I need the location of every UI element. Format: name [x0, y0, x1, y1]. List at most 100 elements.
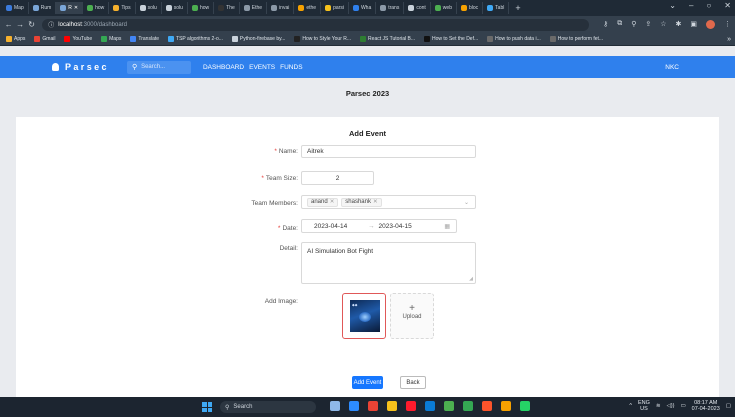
bookmark-item[interactable]: TSP algorithms 2-o...: [168, 36, 223, 42]
star-icon[interactable]: ☆: [660, 20, 666, 29]
brand[interactable]: Parsec: [52, 62, 109, 72]
url-input[interactable]: ⓘ localhost:3000/dashboard: [42, 18, 590, 31]
nav-link-events[interactable]: EVENTS: [249, 64, 275, 71]
browser-tab[interactable]: Wha: [349, 2, 377, 14]
remove-tag-icon[interactable]: ✕: [330, 199, 335, 205]
volume-icon[interactable]: ◁)): [667, 403, 675, 409]
bookmark-item[interactable]: How to Style Your R...: [294, 36, 351, 42]
forward-arrow-icon[interactable]: →: [15, 20, 24, 29]
team-members-select[interactable]: anand ✕ shashank ✕ ⌄: [301, 195, 476, 209]
browser-tab[interactable]: Ethe: [240, 2, 268, 14]
upload-button[interactable]: + Upload: [390, 293, 434, 339]
chevron-up-icon[interactable]: ^: [629, 403, 632, 409]
browser-tab[interactable]: how: [83, 2, 110, 14]
zoom-icon[interactable]: ⚲: [631, 20, 636, 29]
nav-link-funds[interactable]: FUNDS: [280, 64, 302, 71]
whatsapp-icon[interactable]: [520, 401, 530, 411]
zoom-icon[interactable]: [349, 401, 359, 411]
member-tag: shashank ✕: [341, 197, 382, 207]
nav-link-dashboard[interactable]: DASHBOARD: [203, 64, 244, 71]
bookmark-item[interactable]: How to Set the Def...: [424, 36, 478, 42]
browser-tab[interactable]: bloc: [457, 2, 484, 14]
vscode-icon[interactable]: [425, 401, 435, 411]
browser-tab[interactable]: cont: [404, 2, 431, 14]
tab-label: Wha: [360, 5, 372, 11]
bookmark-item[interactable]: YouTube: [64, 36, 92, 42]
nav-search-input[interactable]: ⚲ Search...: [126, 60, 191, 74]
date-end[interactable]: 2023-04-15: [379, 223, 412, 230]
sidepanel-icon[interactable]: ▣: [690, 20, 697, 29]
bookmark-item[interactable]: Apps: [6, 36, 25, 42]
new-tab-button[interactable]: +: [515, 3, 520, 13]
browser-tab[interactable]: The: [214, 2, 240, 14]
browser-tab[interactable]: invai: [267, 2, 295, 14]
tab-label: R: [68, 5, 72, 11]
bookmark-item[interactable]: Gmail: [34, 36, 55, 42]
bookmark-item[interactable]: Maps: [101, 36, 121, 42]
browser-tab[interactable]: solu: [136, 2, 162, 14]
browser-tab[interactable]: solu: [162, 2, 188, 14]
gmail-icon[interactable]: [368, 401, 378, 411]
browser-tab[interactable]: R ✕: [56, 2, 84, 14]
game-icon[interactable]: [501, 401, 511, 411]
toolbar-icons: ⚷ ⧉ ⚲ ⇪ ☆ ✱ ▣ ⋮: [603, 20, 731, 29]
extensions-icon[interactable]: ✱: [676, 20, 682, 29]
date-range-picker[interactable]: 2023-04-14 → 2023-04-15 ▦: [301, 219, 457, 233]
bookmarks-more-icon[interactable]: »: [727, 36, 731, 43]
windows-start-icon[interactable]: [202, 402, 212, 412]
url-host: localhost: [58, 21, 82, 28]
drive-icon[interactable]: [463, 401, 473, 411]
file-explorer-icon[interactable]: [330, 401, 340, 411]
remove-tag-icon[interactable]: ✕: [373, 199, 378, 205]
add-event-button[interactable]: Add Event: [352, 376, 383, 389]
bookmark-item[interactable]: Python-firebase by...: [231, 36, 285, 42]
user-menu[interactable]: NKC: [665, 64, 679, 71]
menu-icon[interactable]: ⋮: [724, 20, 731, 29]
language-indicator[interactable]: ENG US: [638, 400, 650, 412]
profile-avatar[interactable]: [706, 20, 715, 29]
close-tab-icon[interactable]: ✕: [74, 5, 78, 11]
battery-icon[interactable]: ▭: [680, 403, 685, 409]
bookmark-item[interactable]: React JS Tutorial B...: [360, 36, 415, 42]
tab-search-icon[interactable]: ⌄: [669, 1, 676, 10]
browser-tab[interactable]: Map: [2, 2, 29, 14]
taskbar-search[interactable]: ⚲ Search: [220, 401, 316, 413]
chrome-icon[interactable]: [444, 401, 454, 411]
bookmark-item[interactable]: How to push data i...: [487, 36, 541, 42]
install-icon[interactable]: ⧉: [617, 20, 622, 29]
brave-icon[interactable]: [482, 401, 492, 411]
resize-handle-icon[interactable]: ◢: [469, 276, 473, 282]
notification-icon[interactable]: ▢: [726, 403, 731, 409]
browser-tab[interactable]: web: [431, 2, 457, 14]
browser-tab[interactable]: Tabl: [483, 2, 510, 14]
team-size-input[interactable]: 2: [301, 171, 374, 185]
browser-tab[interactable]: how: [188, 2, 215, 14]
tab-favicon-icon: [165, 5, 172, 11]
detail-textarea[interactable]: AI Simulation Bot Fight ◢: [301, 242, 476, 284]
files-icon[interactable]: [387, 401, 397, 411]
key-icon[interactable]: ⚷: [603, 20, 608, 29]
opera-icon[interactable]: [406, 401, 416, 411]
browser-tab[interactable]: Rum: [29, 2, 57, 14]
back-button[interactable]: Back: [400, 376, 426, 389]
back-arrow-icon[interactable]: ←: [4, 20, 13, 29]
clock[interactable]: 08:17 AM 07-04-2023: [692, 400, 720, 412]
browser-tab[interactable]: Tips: [109, 2, 136, 14]
bookmark-item[interactable]: Translate: [130, 36, 159, 42]
name-input[interactable]: Aitrek: [301, 145, 476, 158]
tab-favicon-icon: [60, 5, 67, 11]
share-icon[interactable]: ⇪: [645, 20, 651, 29]
close-icon[interactable]: ✕: [724, 1, 731, 10]
reload-icon[interactable]: ↻: [27, 20, 36, 29]
bookmark-label: Gmail: [42, 36, 56, 42]
site-info-icon[interactable]: ⓘ: [48, 20, 54, 29]
browser-tab[interactable]: parsi: [321, 2, 349, 14]
browser-tab[interactable]: trans: [376, 2, 405, 14]
date-start[interactable]: 2023-04-14: [314, 223, 362, 230]
maximize-icon[interactable]: ○: [706, 1, 711, 10]
bookmark-item[interactable]: How to perform fet...: [549, 36, 603, 42]
wifi-icon[interactable]: ≋: [656, 403, 661, 409]
minimize-icon[interactable]: –: [689, 1, 693, 10]
browser-tab[interactable]: ethe: [294, 2, 322, 14]
uploaded-image-thumbnail[interactable]: ◆◆: [342, 293, 386, 339]
